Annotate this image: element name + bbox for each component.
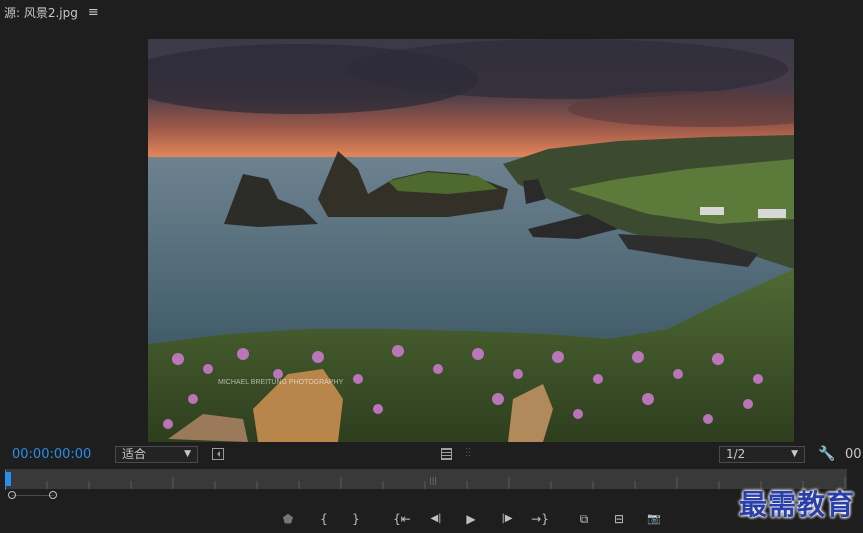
export-frame-button[interactable]: 📷 xyxy=(645,510,663,528)
transport-controls: ⬟ { } {⇤ ◀| ▶ |▶ →} ⧉ ⊟ 📷 xyxy=(0,510,863,530)
source-title: 源: 风景2.jpg xyxy=(4,5,78,20)
chevron-down-icon: ▼ xyxy=(791,449,798,459)
settings-wrench-icon[interactable]: 🔧 xyxy=(818,446,835,462)
mark-out-button[interactable]: } xyxy=(350,510,362,528)
step-back-button[interactable]: ◀| xyxy=(427,510,445,528)
duration-timecode: 00: xyxy=(845,447,863,462)
zoom-fit-dropdown[interactable]: 适合 ▼ xyxy=(115,446,198,463)
insert-edit-icon[interactable] xyxy=(212,448,224,460)
play-button[interactable]: ▶ xyxy=(463,510,479,528)
zoom-end-handle[interactable] xyxy=(49,491,57,499)
playhead-line xyxy=(5,470,6,490)
step-forward-button[interactable]: |▶ xyxy=(498,510,516,528)
time-ruler-ticks xyxy=(46,477,846,489)
program-viewer: MICHAEL BREITUNG PHOTOGRAPHY xyxy=(148,39,794,442)
drag-video-only-icon[interactable] xyxy=(441,448,452,460)
resolution-value: 1/2 xyxy=(726,447,746,461)
viewer-watermark-text: MICHAEL BREITUNG PHOTOGRAPHY xyxy=(218,379,344,386)
landscape-photo: MICHAEL BREITUNG PHOTOGRAPHY xyxy=(148,39,794,442)
zoom-scroll-bar[interactable] xyxy=(0,490,863,502)
mark-in-button[interactable]: { xyxy=(318,510,330,528)
source-panel-header: 源: 风景2.jpg ≡ xyxy=(0,0,863,24)
viewer-controls-bar: 00:00:00:00 适合 ▼ ⫶⫶ 1/2 ▼ 🔧 00: xyxy=(0,444,863,466)
zoom-start-handle[interactable] xyxy=(8,491,16,499)
time-ruler[interactable]: ||| xyxy=(5,469,847,489)
hamburger-icon[interactable]: ≡ xyxy=(88,5,99,20)
go-to-in-button[interactable]: {⇤ xyxy=(392,510,412,528)
drag-audio-only-icon[interactable]: ⫶⫶ xyxy=(465,446,471,461)
playback-resolution-dropdown[interactable]: 1/2 ▼ xyxy=(719,446,805,463)
go-to-out-button[interactable]: →} xyxy=(530,510,550,528)
grip-icon: ||| xyxy=(429,476,438,485)
insert-button[interactable]: ⧉ xyxy=(574,510,594,528)
add-marker-button[interactable]: ⬟ xyxy=(282,510,294,528)
zoom-scroll-track xyxy=(12,495,54,496)
chevron-down-icon: ▼ xyxy=(184,449,191,459)
zoom-fit-value: 适合 xyxy=(122,447,147,461)
brand-watermark: 最需教育 xyxy=(739,488,856,521)
playhead-timecode[interactable]: 00:00:00:00 xyxy=(12,447,91,462)
overwrite-button[interactable]: ⊟ xyxy=(609,510,629,528)
